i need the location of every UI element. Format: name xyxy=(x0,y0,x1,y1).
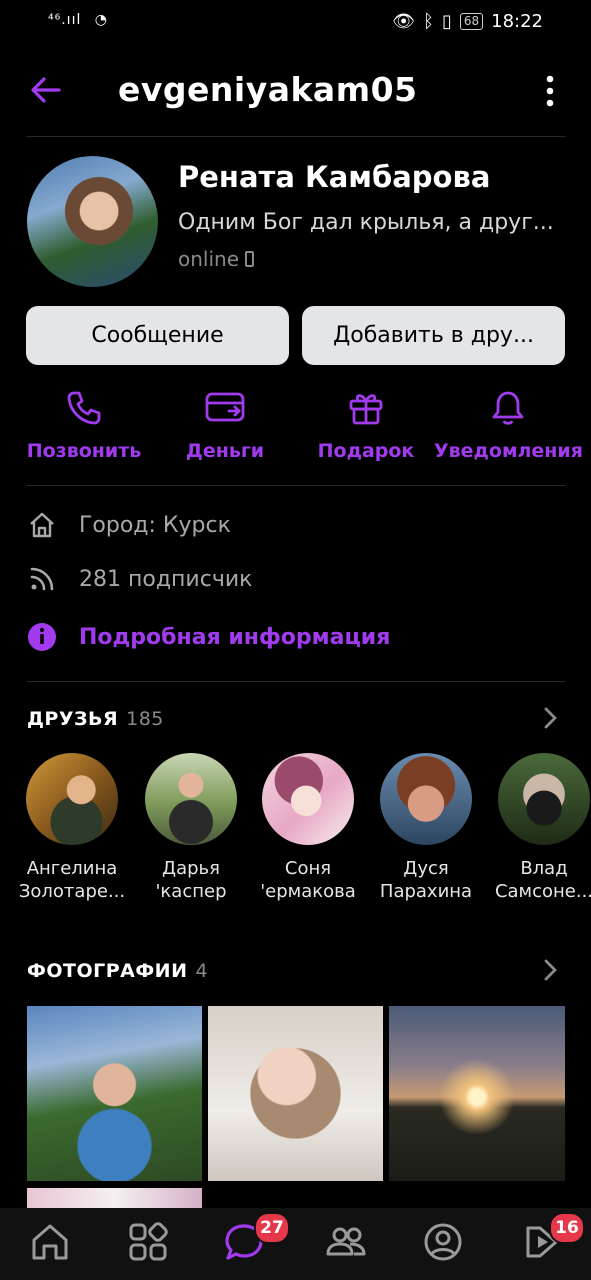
money-action[interactable]: Деньги xyxy=(151,388,299,462)
friend-avatar xyxy=(380,753,472,845)
money-label: Деньги xyxy=(185,440,265,462)
profile-nav-icon[interactable] xyxy=(421,1220,465,1264)
call-label: Позвонить xyxy=(26,440,142,462)
photo-thumbnail[interactable] xyxy=(27,1188,202,1208)
gift-icon xyxy=(349,394,383,425)
friend-surname: 'ермакова xyxy=(260,881,356,902)
gift-action[interactable]: Подарок xyxy=(292,388,440,462)
friend-surname: Самсоне... xyxy=(494,881,591,902)
back-arrow-icon[interactable] xyxy=(28,72,64,108)
divider xyxy=(27,136,565,137)
clips-tab[interactable]: 16 xyxy=(520,1208,591,1280)
services-grid-icon[interactable] xyxy=(126,1220,170,1264)
status-right: 👁︎ ᛒ ▯ 68 18:22 xyxy=(392,11,543,32)
chevron-right-icon[interactable] xyxy=(540,958,560,982)
friend-avatar xyxy=(498,753,590,845)
details-text: Подробная информация xyxy=(79,624,391,650)
friend-item[interactable]: Дарья 'каспер xyxy=(132,753,250,903)
friend-avatar xyxy=(145,753,237,845)
photos-title: ФОТОГРАФИИ xyxy=(27,960,188,982)
photo-thumbnail[interactable] xyxy=(27,1006,202,1181)
friend-item[interactable]: Ангелина Золотаре... xyxy=(13,753,131,903)
followers-row[interactable]: 281 подписчик xyxy=(27,564,252,594)
mobile-icon xyxy=(245,251,255,267)
gift-label: Подарок xyxy=(317,440,415,462)
friend-item[interactable]: Влад Самсоне... xyxy=(485,753,591,903)
call-action[interactable]: Позвонить xyxy=(10,388,158,462)
photos-count: 4 xyxy=(195,960,209,982)
eye-icon: 👁︎ xyxy=(392,11,416,32)
message-button[interactable]: Сообщение xyxy=(26,306,289,365)
bluetooth-icon: ᛒ xyxy=(423,11,434,32)
friend-avatar xyxy=(262,753,354,845)
friend-name: Соня xyxy=(284,858,332,879)
friend-avatar xyxy=(26,753,118,845)
avatar[interactable] xyxy=(27,156,158,287)
divider xyxy=(27,485,565,486)
messages-badge: 27 xyxy=(254,1212,290,1244)
more-vertical-icon[interactable] xyxy=(540,74,560,108)
online-label: online xyxy=(178,247,240,271)
divider xyxy=(27,681,565,682)
notifications-action[interactable]: Уведомления xyxy=(434,388,583,462)
chevron-right-icon[interactable] xyxy=(540,706,560,730)
data-saver-icon: ◔ xyxy=(94,12,109,28)
friends-nav-icon[interactable] xyxy=(324,1220,368,1264)
add-friend-button[interactable]: Добавить в дру... xyxy=(302,306,565,365)
details-link[interactable]: Подробная информация xyxy=(27,622,390,652)
photos-header[interactable]: ФОТОГРАФИИ 4 xyxy=(27,960,208,982)
friend-name: Дарья xyxy=(162,858,220,879)
signal-indicator: ⁴⁶.ııl ◔ xyxy=(48,12,108,28)
messages-tab[interactable]: 27 xyxy=(222,1208,292,1280)
followers-text: 281 подписчик xyxy=(79,566,253,592)
info-icon xyxy=(28,623,56,651)
city-text: Город: Курск xyxy=(79,512,231,538)
photo-thumbnail[interactable] xyxy=(208,1006,383,1181)
rss-icon xyxy=(30,567,54,591)
money-card-icon xyxy=(205,392,245,422)
profile-status[interactable]: Одним Бог дал крылья, а друг... xyxy=(178,210,554,235)
friend-name: Ангелина xyxy=(26,858,118,879)
page-title: evgeniyakam05 xyxy=(118,70,418,109)
battery-icon: 68 xyxy=(459,13,484,30)
friend-surname: Парахина xyxy=(379,881,473,902)
clips-badge: 16 xyxy=(549,1212,585,1244)
home-nav-icon[interactable] xyxy=(28,1220,72,1264)
friend-name: Дуся xyxy=(403,858,449,879)
notifications-label: Уведомления xyxy=(434,440,583,462)
friend-item[interactable]: Дуся Парахина xyxy=(367,753,485,903)
city-row: Город: Курск xyxy=(27,510,231,540)
home-icon xyxy=(30,512,54,538)
bottom-nav: 27 16 xyxy=(0,1208,591,1280)
header: evgeniyakam05 xyxy=(0,60,591,122)
clock: 18:22 xyxy=(491,11,543,32)
friend-surname: Золотаре... xyxy=(18,881,126,902)
status-bar: ⁴⁶.ııl ◔ 👁︎ ᛒ ▯ 68 18:22 xyxy=(0,0,591,44)
phone-icon xyxy=(67,391,101,425)
action-row: Позвонить Деньги Подарок Уведомления xyxy=(0,388,591,468)
signal-text: ⁴⁶.ııl xyxy=(48,12,82,28)
friends-title: ДРУЗЬЯ xyxy=(27,708,119,730)
bell-icon xyxy=(492,391,524,425)
online-status: online xyxy=(178,247,255,271)
friend-item[interactable]: Соня 'ермакова xyxy=(249,753,367,903)
photo-thumbnail[interactable] xyxy=(389,1006,565,1181)
friends-count: 185 xyxy=(126,708,164,730)
friend-surname: 'каспер xyxy=(155,881,227,902)
friends-header[interactable]: ДРУЗЬЯ 185 xyxy=(27,708,164,730)
vibrate-icon: ▯ xyxy=(441,11,452,32)
profile-name: Рената Камбарова xyxy=(178,160,491,194)
friend-name: Влад xyxy=(520,858,568,879)
